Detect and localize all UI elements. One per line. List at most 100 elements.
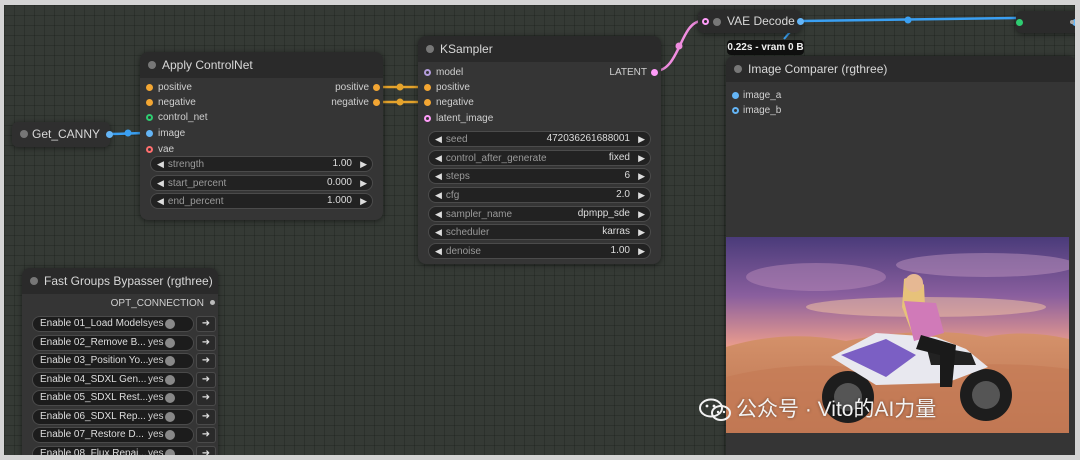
navigate-group-button[interactable]: ➜ [196,409,216,425]
increment-arrow-icon[interactable] [638,151,645,165]
toggle-label: Enable 02_Remove B... [40,337,146,348]
toggle-enable-03[interactable]: Enable 03_Position Yo... yes [32,353,194,369]
collapse-dot-icon[interactable] [148,61,156,69]
input-pin-model[interactable] [424,69,431,76]
output-pin-image[interactable] [797,18,804,25]
input-pin-negative[interactable] [424,99,431,106]
input-label-positive: positive [436,82,470,93]
output-pin-image[interactable] [106,131,113,138]
input-pin-samples[interactable] [702,18,709,25]
toggle-knob-icon[interactable] [165,319,175,329]
sampler-name-widget[interactable]: sampler_name dpmpp_sde [428,206,651,222]
link-midpoint [396,98,404,106]
navigate-group-button[interactable]: ➜ [196,446,216,455]
input-label-positive: positive [158,82,192,93]
widget-label: start_percent [157,176,226,191]
input-pin-image[interactable] [1016,19,1023,26]
navigate-group-button[interactable]: ➜ [196,316,216,332]
vae-decode-node[interactable]: VAE Decode [698,10,804,33]
link-midpoint [675,42,683,50]
input-pin-image-b[interactable] [732,107,739,114]
ksampler-node[interactable]: KSampler model positive negative latent_… [418,36,661,264]
collapse-dot-icon[interactable] [734,65,742,73]
widget-value: 0.000 [326,177,352,188]
input-pin-image-a[interactable] [732,92,739,99]
input-pin-vae[interactable] [146,146,153,153]
toggle-enable-08[interactable]: Enable 08_Flux Repai... yes [32,446,194,455]
toggle-knob-icon[interactable] [165,338,175,348]
increment-arrow-icon[interactable] [638,207,645,221]
widget-value: fixed [608,152,630,163]
input-pin-negative[interactable] [146,99,153,106]
toggle-enable-02[interactable]: Enable 02_Remove B... yes [32,335,194,351]
collapse-dot-icon[interactable] [713,18,721,26]
toggle-label: Enable 03_Position Yo... [40,355,149,366]
strength-widget[interactable]: strength 1.00 [150,156,373,172]
input-pin-positive[interactable] [424,84,431,91]
widget-value: 1.00 [332,158,352,169]
increment-arrow-icon[interactable] [638,188,645,202]
seed-widget[interactable]: seed 472036261688001 [428,131,651,147]
cfg-widget[interactable]: cfg 2.0 [428,187,651,203]
toggle-knob-icon[interactable] [165,430,175,440]
denoise-widget[interactable]: denoise 1.00 [428,243,651,259]
toggle-knob-icon[interactable] [165,412,175,422]
collapse-dot-icon[interactable] [20,130,28,138]
increment-arrow-icon[interactable] [638,132,645,146]
end-percent-widget[interactable]: end_percent 1.000 [150,193,373,209]
start-percent-widget[interactable]: start_percent 0.000 [150,175,373,191]
collapse-dot-icon[interactable] [30,277,38,285]
toggle-label: Enable 05_SDXL Rest... [40,392,149,403]
increment-arrow-icon[interactable] [638,225,645,239]
navigate-group-button[interactable]: ➜ [196,335,216,351]
output-pin-positive[interactable] [373,84,380,91]
output-pin-negative[interactable] [373,99,380,106]
steps-widget[interactable]: steps 6 [428,168,651,184]
toggle-enable-07[interactable]: Enable 07_Restore D... yes [32,427,194,443]
collapse-dot-icon[interactable] [426,45,434,53]
fast-groups-bypasser-node[interactable]: Fast Groups Bypasser (rgthree) OPT_CONNE… [22,268,218,455]
node-graph-canvas[interactable]: Get_CANNY Apply ControlNet positive nega… [4,5,1075,455]
edge-pin [1070,20,1074,24]
increment-arrow-icon[interactable] [360,194,367,208]
navigate-group-button[interactable]: ➜ [196,372,216,388]
increment-arrow-icon[interactable] [360,157,367,171]
control-after-generate-widget[interactable]: control_after_generate fixed [428,150,651,166]
toggle-label: Enable 07_Restore D... [40,429,144,440]
output-label-positive: positive [335,82,369,93]
input-pin-latent-image[interactable] [424,115,431,122]
toggle-enable-01[interactable]: Enable 01_Load Models yes [32,316,194,332]
collapsed-output-node[interactable] [1016,11,1075,33]
input-pin-positive[interactable] [146,84,153,91]
input-label-image: image [158,128,186,139]
toggle-knob-icon[interactable] [165,449,175,455]
toggle-enable-06[interactable]: Enable 06_SDXL Rep... yes [32,409,194,425]
navigate-group-button[interactable]: ➜ [196,353,216,369]
get-canny-node[interactable]: Get_CANNY [12,122,113,147]
widget-label: steps [435,169,470,184]
toggle-state: yes [148,429,164,440]
increment-arrow-icon[interactable] [360,176,367,190]
input-pin-control-net[interactable] [146,114,153,121]
apply-controlnet-node[interactable]: Apply ControlNet positive negative contr… [140,52,383,220]
widget-value: dpmpp_sde [577,208,630,219]
input-label-negative: negative [436,97,474,108]
widget-value: 2.0 [616,189,630,200]
toggle-knob-icon[interactable] [165,375,175,385]
watermark: 公众号 · Vito的AI力量 [698,393,936,423]
widget-label: scheduler [435,225,489,240]
toggle-enable-05[interactable]: Enable 05_SDXL Rest... yes [32,390,194,406]
output-pin-opt-connection[interactable] [210,300,215,305]
increment-arrow-icon[interactable] [638,244,645,258]
widget-label: control_after_generate [435,151,547,166]
input-label-image-b: image_b [743,105,782,116]
navigate-group-button[interactable]: ➜ [196,390,216,406]
toggle-knob-icon[interactable] [165,356,175,366]
input-pin-image[interactable] [146,130,153,137]
navigate-group-button[interactable]: ➜ [196,427,216,443]
toggle-knob-icon[interactable] [165,393,175,403]
toggle-enable-04[interactable]: Enable 04_SDXL Gen... yes [32,372,194,388]
output-pin-latent[interactable] [651,69,658,76]
increment-arrow-icon[interactable] [638,169,645,183]
scheduler-widget[interactable]: scheduler karras [428,224,651,240]
